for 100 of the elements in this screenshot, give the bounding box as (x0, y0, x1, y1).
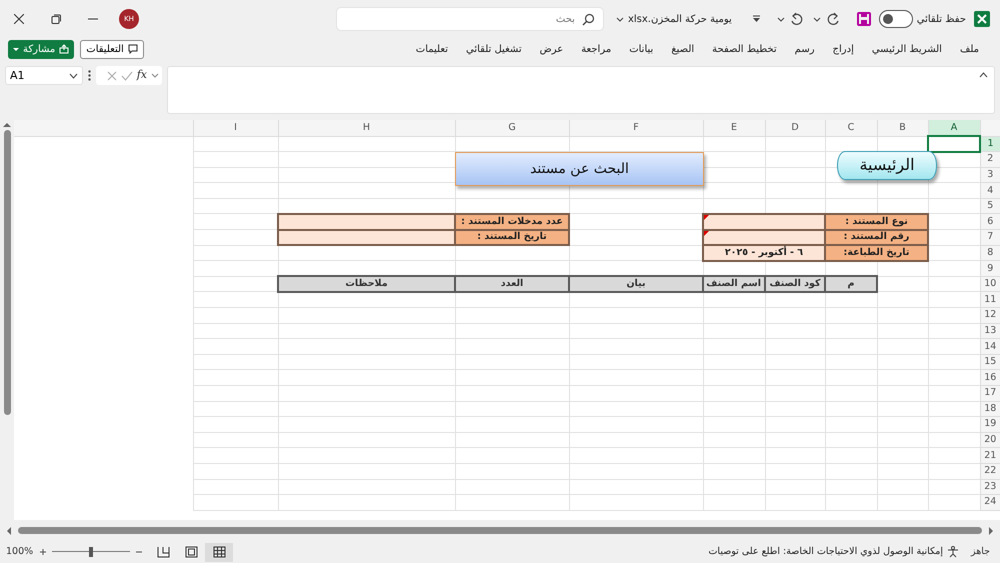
ribbon-tab[interactable]: تعليمات (406, 38, 457, 60)
column-heading: العدد (455, 276, 569, 292)
column-heading: بيان (569, 276, 703, 292)
row-header[interactable]: 19 (980, 416, 1000, 432)
column-header[interactable]: H (278, 120, 455, 136)
autosave-toggle[interactable] (878, 10, 913, 28)
ribbon-tab[interactable]: الشريط الرئيسي (862, 38, 951, 60)
row-header[interactable]: 17 (980, 386, 1000, 402)
accessibility-button[interactable]: إمكانية الوصول لذوي الاحتياجات الخاصة: اطلع على توصيات (708, 544, 959, 560)
value-cell[interactable] (278, 214, 455, 230)
excel-icon[interactable] (974, 11, 990, 27)
column-header[interactable]: F (569, 120, 703, 136)
row-header[interactable]: 6 (980, 214, 1000, 230)
form-label: تاريخ الطباعة: (825, 245, 928, 261)
chevron-icon (616, 16, 624, 22)
status-text: جاهز (970, 544, 990, 559)
check-icon[interactable] (120, 70, 133, 80)
column-heading: ملاحظات (278, 276, 455, 292)
ribbon-tab[interactable]: ملف (950, 38, 988, 60)
caret-icon[interactable] (812, 16, 821, 22)
collapse-icon[interactable] (979, 72, 988, 78)
row-header[interactable]: 8 (980, 245, 1000, 261)
search-field[interactable]: بحث (336, 7, 604, 31)
name-box[interactable]: A1 (5, 66, 83, 85)
share-button[interactable]: مشاركة (8, 40, 74, 58)
page-break-icon[interactable] (156, 546, 170, 558)
ribbon-tab[interactable]: تخطيط الصفحة (703, 38, 786, 60)
ribbon-tab[interactable]: بيانات (620, 38, 662, 60)
row-header[interactable]: 16 (980, 370, 1000, 386)
selected-cell[interactable] (928, 136, 980, 152)
normal-view-button[interactable] (205, 542, 234, 562)
row-header[interactable]: 21 (980, 448, 1000, 464)
autosave-label: حفظ تلقائي (916, 12, 966, 26)
zoom-slider-thumb[interactable] (89, 547, 94, 557)
row-header[interactable]: 9 (980, 260, 1000, 276)
row-header[interactable]: 15 (980, 354, 1000, 370)
close-icon[interactable] (14, 14, 24, 24)
comments-button[interactable]: التعليقات (80, 40, 144, 58)
row-header[interactable]: 12 (980, 308, 1000, 324)
file-name-button[interactable]: يومية حركة المخزن.xlsx (612, 12, 736, 26)
horizontal-scrollbar[interactable] (6, 526, 994, 534)
form-label: نوع المستند : (825, 214, 928, 230)
row-header[interactable]: 7 (980, 230, 1000, 246)
row-header[interactable]: 14 (980, 338, 1000, 354)
row-header[interactable]: 4 (980, 182, 1000, 198)
scroll-up-icon[interactable] (3, 122, 11, 128)
row-header[interactable]: 24 (980, 494, 1000, 510)
share-icon (59, 44, 70, 54)
row-header[interactable]: 1 (980, 136, 1000, 152)
search-document-button[interactable]: البحث عن مستند (455, 152, 704, 186)
column-heading: كود الصنف (765, 276, 825, 292)
normal-icon[interactable] (212, 546, 226, 558)
column-heading: اسم الصنف (703, 276, 765, 292)
restore-icon[interactable] (50, 14, 60, 24)
ribbon-tab[interactable]: إدراج (824, 38, 863, 60)
row-header[interactable]: 5 (980, 198, 1000, 214)
zoom-level[interactable]: 100% (6, 544, 34, 560)
row-header[interactable]: 2 (980, 152, 1000, 168)
more-icon[interactable] (88, 70, 91, 81)
minimize-icon[interactable] (88, 18, 98, 20)
home-button[interactable]: الرئيسية (837, 151, 937, 180)
form-label: عدد مدخلات المستند : (455, 214, 569, 230)
row-header[interactable]: 22 (980, 463, 1000, 480)
column-heading: م (825, 276, 877, 292)
ribbon-tab[interactable]: تشغيل تلقائي (456, 38, 531, 60)
column-header[interactable]: B (877, 120, 928, 136)
ribbon-tab[interactable]: رسم (786, 38, 824, 60)
caret-icon (13, 46, 19, 52)
caret-icon[interactable] (776, 16, 785, 22)
caret-icon[interactable] (69, 73, 78, 79)
save-icon[interactable] (856, 12, 871, 26)
row-header[interactable]: 3 (980, 167, 1000, 183)
insert-function-button[interactable]: fx (136, 67, 147, 84)
ribbon-tab[interactable]: الصيغ (662, 38, 704, 60)
zoom-slider[interactable] (52, 546, 130, 558)
customize-icon[interactable] (752, 15, 761, 23)
redo-icon[interactable] (824, 12, 841, 26)
column-header[interactable]: E (703, 120, 765, 136)
column-header[interactable]: D (765, 120, 825, 136)
ribbon-tab[interactable]: عرض (530, 38, 572, 60)
row-header[interactable]: 11 (980, 292, 1000, 308)
ribbon-tab[interactable]: مراجعة (572, 38, 620, 60)
column-header[interactable]: G (455, 120, 569, 136)
column-header[interactable]: C (825, 120, 877, 136)
row-header[interactable]: 18 (980, 401, 1000, 417)
column-header[interactable]: A (928, 120, 980, 136)
page-layout-icon[interactable] (184, 546, 198, 558)
search-icon (582, 13, 595, 26)
row-header[interactable]: 10 (980, 276, 1000, 292)
value-cell[interactable] (703, 214, 825, 230)
row-header[interactable]: 23 (980, 479, 1000, 495)
form-value[interactable]: ٦ - أكتوبر - ٢٠٢٥ (703, 245, 825, 261)
undo-icon[interactable] (788, 12, 805, 26)
zoom-in-icon[interactable] (39, 548, 48, 556)
row-header[interactable]: 20 (980, 432, 1000, 448)
accessibility-icon (946, 546, 959, 558)
scroll-left-icon[interactable] (6, 526, 12, 534)
row-header[interactable]: 13 (980, 323, 1000, 339)
column-header[interactable]: I (193, 120, 278, 136)
scroll-right-icon[interactable] (988, 526, 994, 534)
